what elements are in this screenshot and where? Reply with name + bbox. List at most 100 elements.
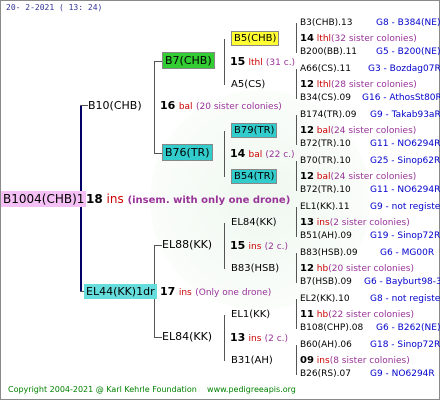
gen4-note: (8 sister colonies) [329, 356, 410, 366]
gen4-father: B26(RS).07 [300, 370, 351, 379]
gen4-mother: B60(AH).06 [300, 341, 352, 350]
q-father-node: B76(TR) [162, 144, 213, 161]
q-father-gen: 14 [230, 147, 246, 160]
gen4-father-label: B72(TR).10 [300, 185, 351, 195]
gen4-mother-id: G18 - Sinop72R [370, 340, 440, 350]
q-father-info: 14 bal (22 c.) [230, 148, 295, 160]
gen4-mother-id: G3 - Bozdag07R [368, 64, 440, 74]
gen4-father-label: B34(CS).09 [300, 93, 351, 103]
connector [224, 223, 225, 269]
gen4-father: B72(TR).10 [300, 140, 351, 149]
gen4-info: 13 ins(2 sister colonies) [300, 218, 410, 228]
gen4-note: (28 sister colonies) [331, 80, 417, 90]
d-father-node: EL84(KK) [162, 331, 212, 342]
gen4-gen: 11 [300, 309, 314, 320]
gen4-note: (20 sister colonies) [328, 264, 414, 274]
gen4-gen: 12 [300, 171, 314, 182]
gen4-suffix: bal [316, 126, 331, 136]
d-mother-label: EL88(KK) [162, 238, 213, 251]
gen4-mother: EL2(KK).10 [300, 295, 350, 304]
queen-line-gen: 16 [160, 99, 176, 112]
q-father-label: B76(TR) [162, 144, 213, 161]
d-mother-node: EL88(KK) [162, 239, 212, 250]
queen-line-note: (20 sister colonies) [196, 102, 282, 112]
gen4-mother: B174(TR).09 [300, 111, 356, 120]
d-father-gen: 13 [230, 331, 246, 344]
gen4-info: 12 hb(20 sister colonies) [300, 264, 414, 274]
connector [296, 23, 297, 53]
gen4-father: B72(TR).10 [300, 186, 351, 195]
connector [296, 299, 297, 329]
connector [296, 161, 297, 191]
gen4-father-id: G9 - NO6294R [370, 369, 435, 379]
connector [224, 39, 225, 85]
q-father-note: (22 c.) [265, 150, 295, 160]
gen3-label: EL1(KK) [231, 309, 271, 320]
gen4-father: B51(AH).09 [300, 232, 352, 241]
q-mother-info: 15 lthl (31 c.) [230, 56, 295, 68]
gen4-father-id: G11 - NO6294R [370, 139, 440, 149]
gen4-mother: B3(CHB).13 [300, 19, 352, 28]
q-mother-suffix: lthl [248, 58, 263, 68]
connector [154, 61, 155, 153]
gen4-father-id: G6 - Bayburt98-3 [364, 277, 440, 287]
d-father-suffix: ins [248, 334, 262, 344]
connector [296, 69, 297, 99]
gen3-label: B54(TR) [231, 169, 278, 184]
d-father-note: (2 c.) [264, 334, 289, 344]
drone-line-info: 17 ins (Only one drone) [160, 286, 271, 298]
connector [224, 315, 225, 361]
gen4-father-label: B51(AH).09 [300, 231, 352, 241]
connector [154, 153, 162, 154]
connector [296, 115, 297, 145]
gen4-note: (24 sister colonies) [330, 126, 417, 136]
gen4-mother-label: EL1(KK).11 [300, 202, 350, 212]
gen3-node: B31(AH) [231, 356, 273, 366]
site-link[interactable]: www.pedigreeapis.org [207, 385, 296, 394]
queen-line-node: B10(CHB) [88, 100, 142, 111]
connector [154, 245, 162, 246]
q-mother-node: B7(CHB) [162, 52, 215, 69]
gen4-note: (24 sister colonies) [330, 172, 417, 182]
q-mother-label: B7(CHB) [162, 52, 215, 69]
queen-line-suffix: bal [178, 102, 193, 112]
gen4-suffix: hb [316, 310, 329, 320]
gen4-father-label: B200(BB).11 [300, 47, 358, 57]
gen3-node: EL84(KK) [231, 218, 277, 228]
gen3-label: B31(AH) [231, 355, 273, 366]
gen4-mother: B83(HSB).09 [300, 249, 358, 258]
gen3-label: A5(CS) [231, 79, 266, 90]
connector [296, 207, 297, 237]
gen4-suffix: lthl [316, 80, 332, 90]
gen4-note: (2 sister colonies) [329, 218, 410, 228]
d-father-info: 13 ins (2 c.) [230, 332, 288, 344]
gen4-father: B34(CS).09 [300, 94, 351, 103]
gen4-mother-label: B70(TR).10 [300, 156, 351, 166]
gen4-gen: 09 [300, 355, 314, 366]
gen4-gen: 14 [300, 33, 314, 44]
header-date: 20- 2-2021 ( 13: 24) [6, 3, 103, 12]
gen3-node: A5(CS) [231, 80, 265, 90]
connector [154, 61, 162, 62]
root-note: (insem. with only one drone) [127, 195, 291, 206]
q-father-suffix: bal [248, 150, 263, 160]
connector [296, 253, 297, 283]
root-label: B1004(CHB)1 [1, 191, 87, 207]
gen4-father-label: B108(CHP).08 [300, 323, 364, 333]
gen4-mother-id: G6 - MG00R [380, 248, 435, 258]
gen4-father-id: G16 - AthosSt80R [362, 93, 440, 103]
gen4-mother-label: B60(AH).06 [300, 340, 352, 350]
gen4-father-id: G6 - B262(NE) [376, 323, 440, 333]
d-mother-info: 15 ins (2 c.) [230, 240, 288, 252]
gen4-mother: B70(TR).10 [300, 157, 351, 166]
gen4-father-label: B72(TR).10 [300, 139, 351, 149]
gen4-mother-id: G9 - not registe [370, 202, 440, 212]
gen4-note: (22 sister colonies) [328, 310, 414, 320]
gen4-father-label: B26(RS).07 [300, 369, 351, 379]
gen4-info: 14 lthl(32 sister colonies) [300, 34, 417, 44]
copyright-text: Copyright 2004-2021 @ Karl Kehrle Founda… [8, 385, 197, 394]
connector [154, 337, 162, 338]
d-mother-gen: 15 [230, 239, 246, 252]
queen-line-label: B10(CHB) [88, 99, 142, 112]
root-suffix: ins [106, 192, 124, 206]
